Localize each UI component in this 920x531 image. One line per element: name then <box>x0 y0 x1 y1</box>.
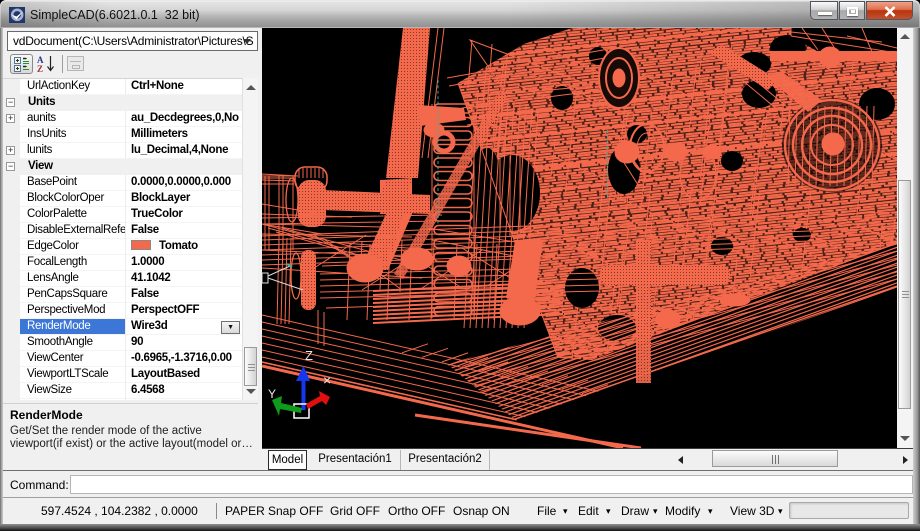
svg-text:Y: Y <box>268 387 276 401</box>
svg-text:Z: Z <box>37 64 43 74</box>
svg-text:Z: Z <box>305 348 313 363</box>
svg-text:×: × <box>323 372 331 388</box>
